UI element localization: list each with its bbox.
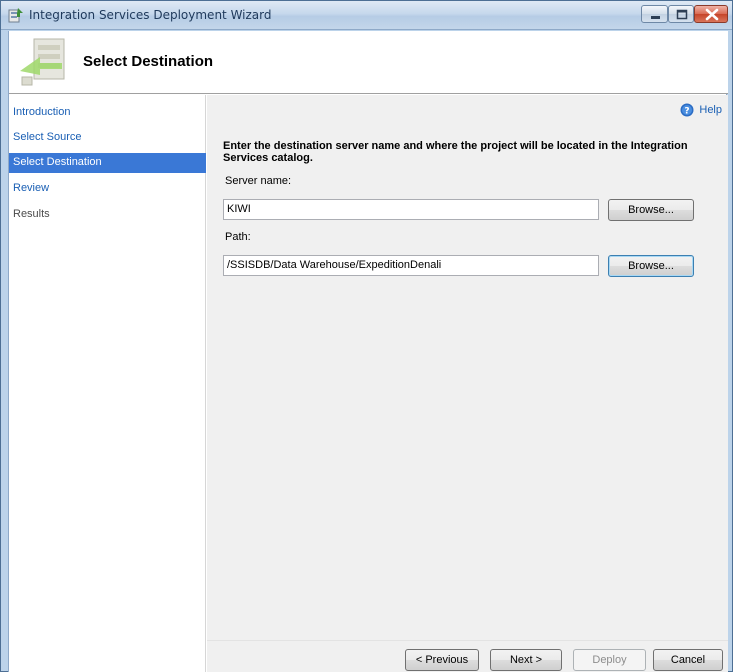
- client-area: Select Destination Introduction Select S…: [8, 31, 728, 672]
- nav-item-results: Results: [13, 208, 50, 220]
- maximize-button[interactable]: [668, 5, 694, 23]
- app-icon: [8, 8, 23, 23]
- minimize-button[interactable]: [641, 5, 668, 23]
- wizard-header: Select Destination: [9, 31, 728, 94]
- instruction-text: Enter the destination server name and wh…: [223, 140, 688, 164]
- server-name-label: Server name:: [225, 175, 292, 187]
- nav-item-introduction[interactable]: Introduction: [9, 103, 206, 123]
- browse-server-button[interactable]: Browse...: [608, 199, 694, 221]
- next-button[interactable]: Next >: [490, 649, 562, 671]
- close-button[interactable]: [694, 5, 728, 23]
- title-bar[interactable]: Integration Services Deployment Wizard: [1, 1, 732, 30]
- wizard-icon: [20, 38, 65, 86]
- close-icon: [705, 8, 719, 21]
- help-link[interactable]: ? Help: [680, 102, 722, 118]
- cancel-button[interactable]: Cancel: [653, 649, 723, 671]
- svg-text:?: ?: [685, 107, 690, 117]
- wizard-nav: Introduction Select Source Select Destin…: [9, 95, 206, 672]
- maximize-icon: [676, 9, 688, 20]
- server-name-input[interactable]: KIWI: [223, 199, 599, 220]
- path-input[interactable]: /SSISDB/Data Warehouse/ExpeditionDenali: [223, 255, 599, 276]
- browse-path-button[interactable]: Browse...: [608, 255, 694, 277]
- page-title: Select Destination: [83, 53, 214, 70]
- minimize-icon: [651, 16, 660, 19]
- footer-divider: [207, 640, 728, 641]
- main-panel: ? Help Enter the destination server name…: [207, 95, 728, 672]
- nav-item-select-destination[interactable]: Select Destination: [9, 153, 206, 173]
- previous-button[interactable]: < Previous: [405, 649, 479, 671]
- nav-item-select-source[interactable]: Select Source: [9, 128, 206, 148]
- help-icon: ?: [680, 103, 694, 117]
- path-label: Path:: [225, 231, 251, 243]
- wizard-window: Integration Services Deployment Wizard S…: [0, 0, 733, 672]
- help-label: Help: [699, 104, 722, 116]
- nav-item-review[interactable]: Review: [9, 179, 206, 199]
- window-title: Integration Services Deployment Wizard: [29, 8, 272, 22]
- deploy-button: Deploy: [573, 649, 646, 671]
